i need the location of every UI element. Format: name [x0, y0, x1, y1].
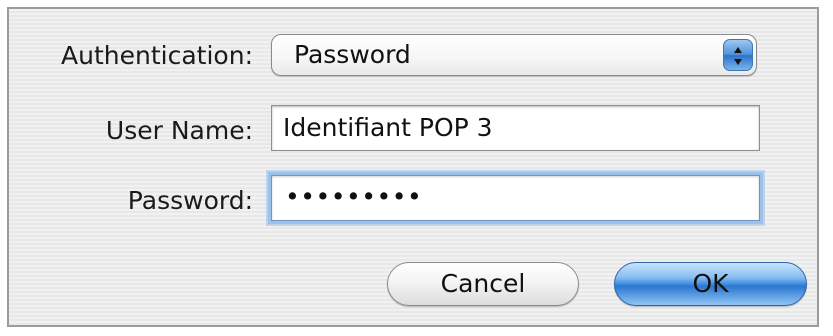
user-name-field[interactable]: Identifiant POP 3: [271, 105, 760, 151]
authentication-dialog: Authentication: Password User Name: Iden…: [7, 7, 819, 327]
cancel-button[interactable]: Cancel: [387, 262, 579, 306]
authentication-label: Authentication:: [61, 41, 253, 70]
password-label: Password:: [127, 186, 253, 215]
up-down-chevron-icon: [723, 39, 753, 71]
authentication-value: Password: [294, 40, 411, 69]
password-field[interactable]: •••••••••: [271, 175, 760, 221]
user-name-label: User Name:: [105, 116, 253, 145]
ok-button[interactable]: OK: [614, 262, 807, 306]
authentication-popup[interactable]: Password: [271, 34, 757, 76]
